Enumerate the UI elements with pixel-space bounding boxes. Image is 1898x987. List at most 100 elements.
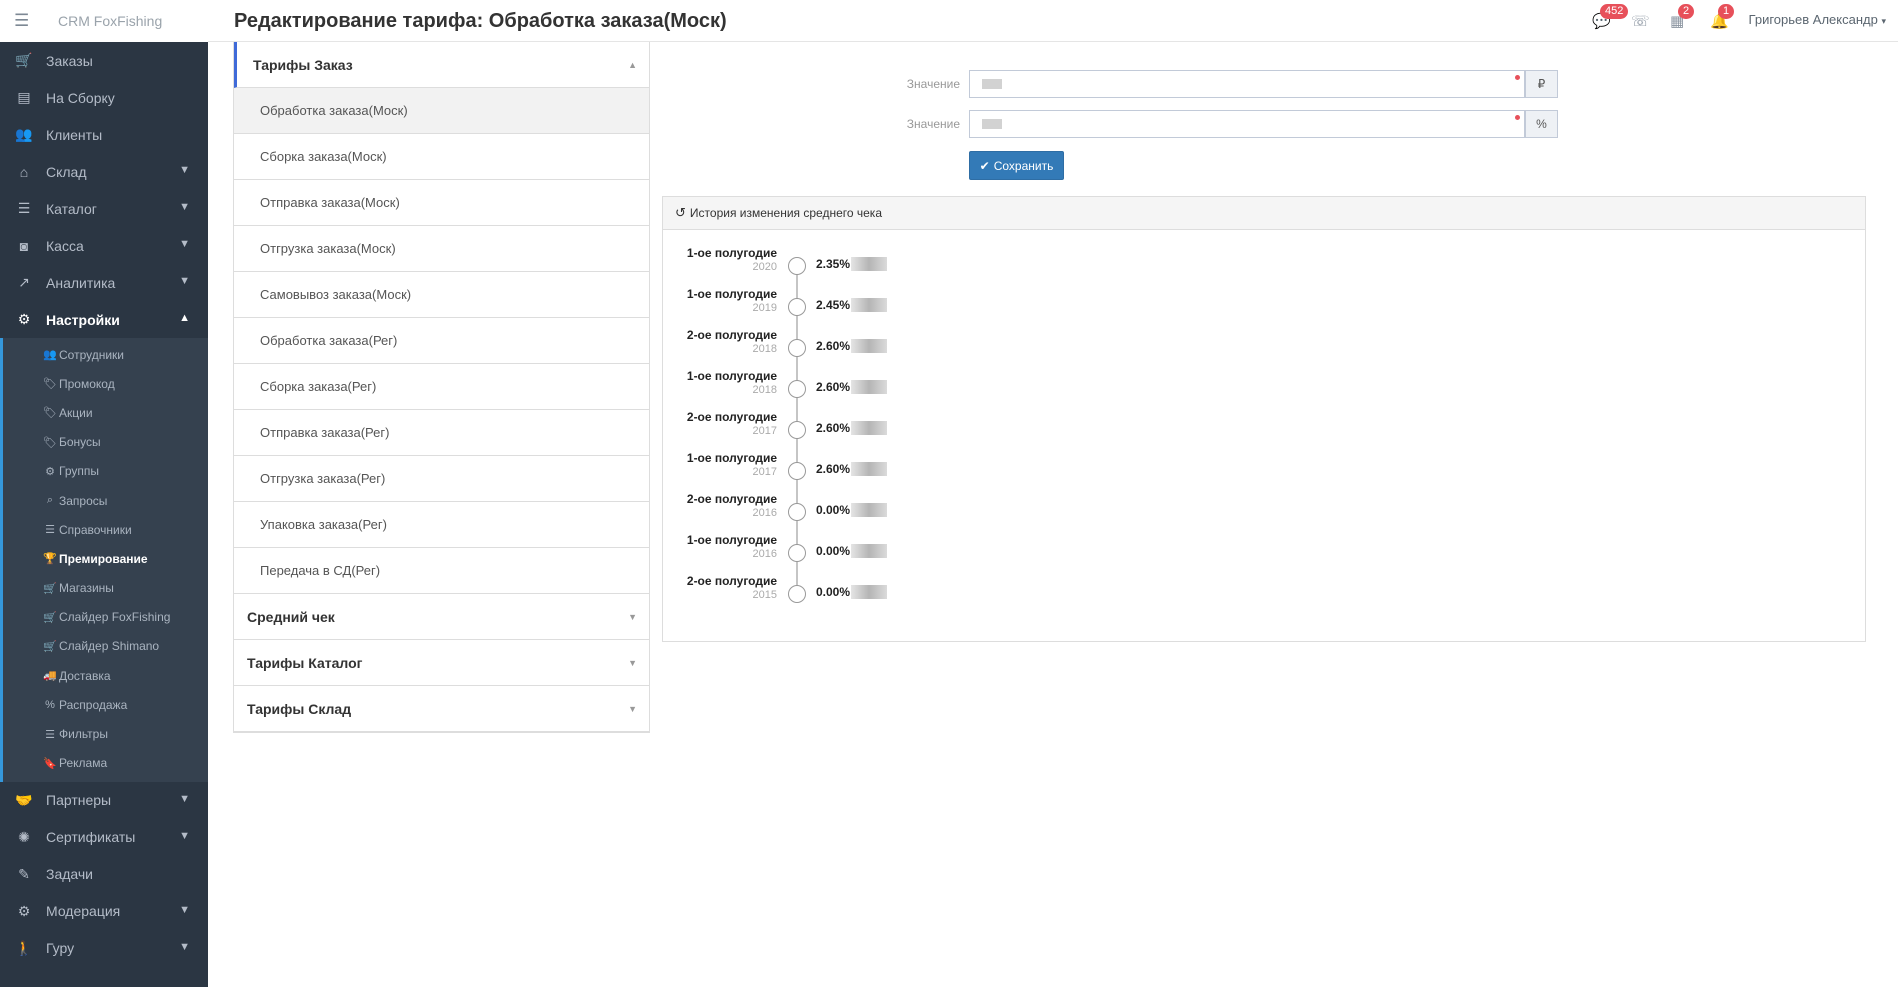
timeline-value: 2.60% [816, 380, 851, 394]
truck-icon: 🚚 [43, 670, 57, 683]
walking-icon: 🚶 [15, 939, 33, 956]
submenu-item[interactable]: % Распродажа [3, 690, 208, 719]
submenu-item[interactable]: 🏷 Акции [3, 398, 208, 427]
messages-icon[interactable]: 💬 452 [1592, 4, 1629, 30]
accordion-title: Средний чек [247, 608, 335, 625]
tariff-item[interactable]: Сборка заказа(Моск) [234, 134, 649, 180]
sidebar-item-chart-line[interactable]: ↗ Аналитика ▼ [0, 264, 208, 301]
masked-amount [851, 503, 887, 517]
tariff-item[interactable]: Обработка заказа(Рег) [234, 318, 649, 364]
chevron-down-icon: ▼ [179, 275, 190, 287]
accordion-header[interactable]: Тарифы Каталог ▼ [234, 640, 649, 686]
sidebar-item-home[interactable]: ⌂ Склад ▼ [0, 153, 208, 190]
tariff-item[interactable]: Сборка заказа(Рег) [234, 364, 649, 410]
sidebar-item-archive[interactable]: ▤ На Сборку [0, 79, 208, 116]
accordion-header[interactable]: Средний чек ▼ [234, 594, 649, 640]
history-header: ↺ История изменения среднего чека [663, 197, 1865, 230]
cogs-icon: ⚙ [17, 311, 31, 327]
timeline-entry: 1-ое полугодие 2017 2.60% [663, 451, 1063, 487]
timeline-year: 2015 [752, 589, 777, 601]
sidebar-item-handshake[interactable]: 🤝 Партнеры ▼ [0, 782, 208, 819]
tariff-item[interactable]: Отгрузка заказа(Рег) [234, 456, 649, 502]
percent-icon: % [45, 698, 55, 711]
timeline-dot [788, 298, 806, 316]
submenu-item[interactable]: ☰ Справочники [3, 515, 208, 544]
submenu-item[interactable]: 🚚 Доставка [3, 661, 208, 690]
tariff-item[interactable]: Обработка заказа(Моск) [234, 88, 649, 134]
timeline-period: 2-ое полугодие [686, 492, 777, 506]
submenu-item[interactable]: ⌕ Запросы [3, 486, 208, 515]
user-name: Григорьев Александр [1748, 12, 1878, 27]
timeline-value: 2.35% [816, 257, 851, 271]
tariff-item[interactable]: Передача в СД(Рег) [234, 548, 649, 594]
masked-amount [851, 462, 887, 476]
accordion-header[interactable]: Тарифы Заказ ▲ [234, 42, 649, 88]
timeline-period: 2-ое полугодие [686, 410, 777, 424]
masked-amount [851, 544, 887, 558]
submenu-item[interactable]: ☰ Фильтры [3, 719, 208, 748]
sidebar-item-label: Задачи [46, 866, 94, 883]
timeline-entry: 1-ое полугодие 2019 2.45% [663, 287, 1063, 323]
submenu-item[interactable]: ⚙ Группы [3, 457, 208, 486]
list-icon: ☰ [45, 728, 55, 741]
shopping-cart-icon: 🛒 [15, 52, 33, 68]
timeline-period: 1-ое полугодие [686, 451, 777, 465]
accordion-header[interactable]: Тарифы Склад ▼ [234, 686, 649, 732]
submenu-item[interactable]: 🛒 Магазины [3, 574, 208, 603]
tariff-item[interactable]: Отгрузка заказа(Моск) [234, 226, 649, 272]
value-input-percent[interactable] [969, 110, 1525, 138]
tariff-item[interactable]: Самовывоз заказа(Моск) [234, 272, 649, 318]
history-icon: ↺ [675, 205, 686, 220]
submenu-item[interactable]: 👥 Сотрудники [3, 340, 208, 369]
bell-icon[interactable]: 🔔 1 [1710, 4, 1735, 30]
tariff-item[interactable]: Отправка заказа(Рег) [234, 410, 649, 456]
sidebar-item-users[interactable]: 👥 Клиенты [0, 116, 208, 153]
submenu-item[interactable]: 🏆 Премирование [3, 544, 208, 573]
sidebar-item-tasks[interactable]: ✎ Задачи [0, 856, 208, 893]
sidebar-item-list[interactable]: ☰ Каталог ▼ [0, 190, 208, 227]
topbar: Редактирование тарифа: Обработка заказа(… [208, 0, 1898, 42]
sidebar-item-shopping-cart[interactable]: 🛒 Заказы [0, 42, 208, 79]
sidebar-item-certificate[interactable]: ✺ Сертификаты ▼ [0, 819, 208, 856]
caret-down-icon: ▼ [628, 612, 637, 622]
accordion-title: Тарифы Склад [247, 700, 352, 717]
sidebar-item-label: Касса [46, 237, 84, 254]
submenu-item-label: Фильтры [59, 727, 108, 742]
submenu-item[interactable]: 🛒 Слайдер FoxFishing [3, 603, 208, 632]
timeline-value: 2.60% [816, 462, 851, 476]
sidebar-item-cogs[interactable]: ⚙ Настройки ▲ [0, 301, 208, 338]
chevron-down-icon: ▼ [179, 792, 190, 805]
sidebar-item-walking[interactable]: 🚶 Гуру ▼ [0, 930, 208, 967]
sidebar-item-money[interactable]: ◙ Касса ▼ [0, 227, 208, 264]
phone-icon[interactable]: ☏ [1631, 12, 1650, 30]
masked-value [982, 119, 1002, 129]
submenu-item[interactable]: 🔖 Реклама [3, 749, 208, 778]
sidebar-item-cogs[interactable]: ⚙ Модерация ▼ [0, 893, 208, 930]
home-icon: ⌂ [19, 163, 29, 180]
calendar-icon[interactable]: ▦ 2 [1670, 4, 1695, 30]
calendar-badge: 2 [1678, 4, 1695, 19]
brand-name[interactable]: CRM FoxFishing [58, 13, 162, 29]
submenu-item-label: Магазины [59, 581, 114, 596]
tariff-item[interactable]: Отправка заказа(Моск) [234, 180, 649, 226]
masked-amount [851, 585, 887, 599]
masked-amount [851, 298, 887, 312]
submenu-item-label: Реклама [59, 756, 108, 771]
sidebar-item-label: Каталог [46, 200, 97, 217]
shopping-cart-icon: 🛒 [43, 611, 57, 624]
tags-icon: 🏷 [43, 407, 57, 420]
user-menu[interactable]: Григорьев Александр ▾ [1749, 12, 1886, 27]
history-panel: ↺ История изменения среднего чека 1-ое п… [662, 196, 1866, 642]
submenu-item[interactable]: 🏷 Бонусы [3, 428, 208, 457]
sidebar: 🛒 Заказы ▤ На Сборку 👥 Клиенты ⌂ Склад ▼ ☰ Каталог… [0, 42, 208, 987]
hamburger-menu-icon[interactable]: ☰ [14, 11, 36, 31]
submenu-item[interactable]: 🛒 Слайдер Shimano [3, 632, 208, 661]
caret-down-icon: ▼ [628, 704, 637, 714]
tariff-item[interactable]: Упаковка заказа(Рег) [234, 502, 649, 548]
trophy-icon: 🏆 [43, 553, 57, 566]
submenu-item[interactable]: 🏷 Промокод [3, 369, 208, 398]
timeline-year: 2016 [752, 548, 777, 560]
caret-down-icon: ▾ [1881, 16, 1886, 26]
save-button[interactable]: ✔ Сохранить [969, 151, 1064, 180]
value-input-rub[interactable] [969, 70, 1525, 98]
